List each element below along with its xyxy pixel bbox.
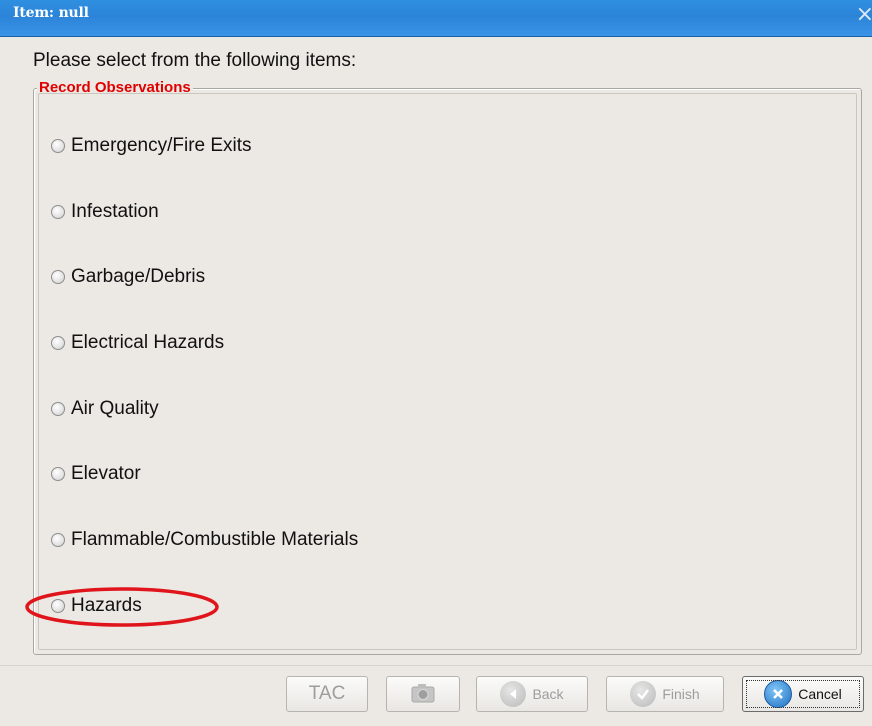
tac-button[interactable]: TAC: [286, 676, 368, 712]
option-garbage-debris[interactable]: Garbage/Debris: [51, 265, 205, 289]
option-flammable-combustible-materials[interactable]: Flammable/Combustible Materials: [51, 528, 358, 552]
option-label: Electrical Hazards: [71, 332, 225, 353]
camera-button[interactable]: [386, 676, 460, 712]
finish-label: Finish: [662, 686, 700, 702]
window-title: Item: null: [13, 5, 89, 21]
title-bar[interactable]: Item: null ×: [0, 0, 872, 37]
option-label: Air Quality: [71, 398, 159, 419]
radio-button[interactable]: [51, 205, 65, 219]
back-arrow-icon: [500, 681, 527, 707]
option-label: Infestation: [71, 201, 159, 222]
option-label: Hazards: [71, 595, 142, 616]
option-elevator[interactable]: Elevator: [51, 462, 141, 486]
option-emergency-fire-exits[interactable]: Emergency/Fire Exits: [51, 134, 252, 158]
finish-button[interactable]: Finish: [606, 676, 724, 712]
close-icon[interactable]: ×: [856, 4, 872, 26]
dialog-window: Item: null × Please select from the foll…: [0, 0, 872, 726]
options-panel: [38, 93, 857, 650]
back-button[interactable]: Back: [476, 676, 588, 712]
radio-button[interactable]: [51, 336, 65, 350]
option-infestation[interactable]: Infestation: [51, 200, 159, 224]
radio-button[interactable]: [51, 533, 65, 547]
radio-button[interactable]: [51, 270, 65, 284]
option-label: Flammable/Combustible Materials: [71, 529, 359, 550]
option-label: Elevator: [71, 463, 141, 484]
checkmark-icon: [630, 681, 657, 707]
camera-icon: [410, 682, 436, 707]
radio-button[interactable]: [51, 599, 65, 613]
radio-button[interactable]: [51, 139, 65, 153]
back-label: Back: [532, 686, 564, 702]
option-label: Garbage/Debris: [71, 266, 206, 287]
record-observations-group: Record Observations: [33, 79, 862, 655]
option-air-quality[interactable]: Air Quality: [51, 397, 159, 421]
focus-ring: [746, 680, 860, 708]
option-label: Emergency/Fire Exits: [71, 135, 252, 156]
cancel-button[interactable]: Cancel: [742, 676, 864, 712]
radio-button[interactable]: [51, 402, 65, 416]
option-hazards[interactable]: Hazards: [51, 594, 142, 618]
radio-button[interactable]: [51, 467, 65, 481]
option-electrical-hazards[interactable]: Electrical Hazards: [51, 331, 224, 355]
prompt-text: Please select from the following items:: [33, 50, 357, 71]
